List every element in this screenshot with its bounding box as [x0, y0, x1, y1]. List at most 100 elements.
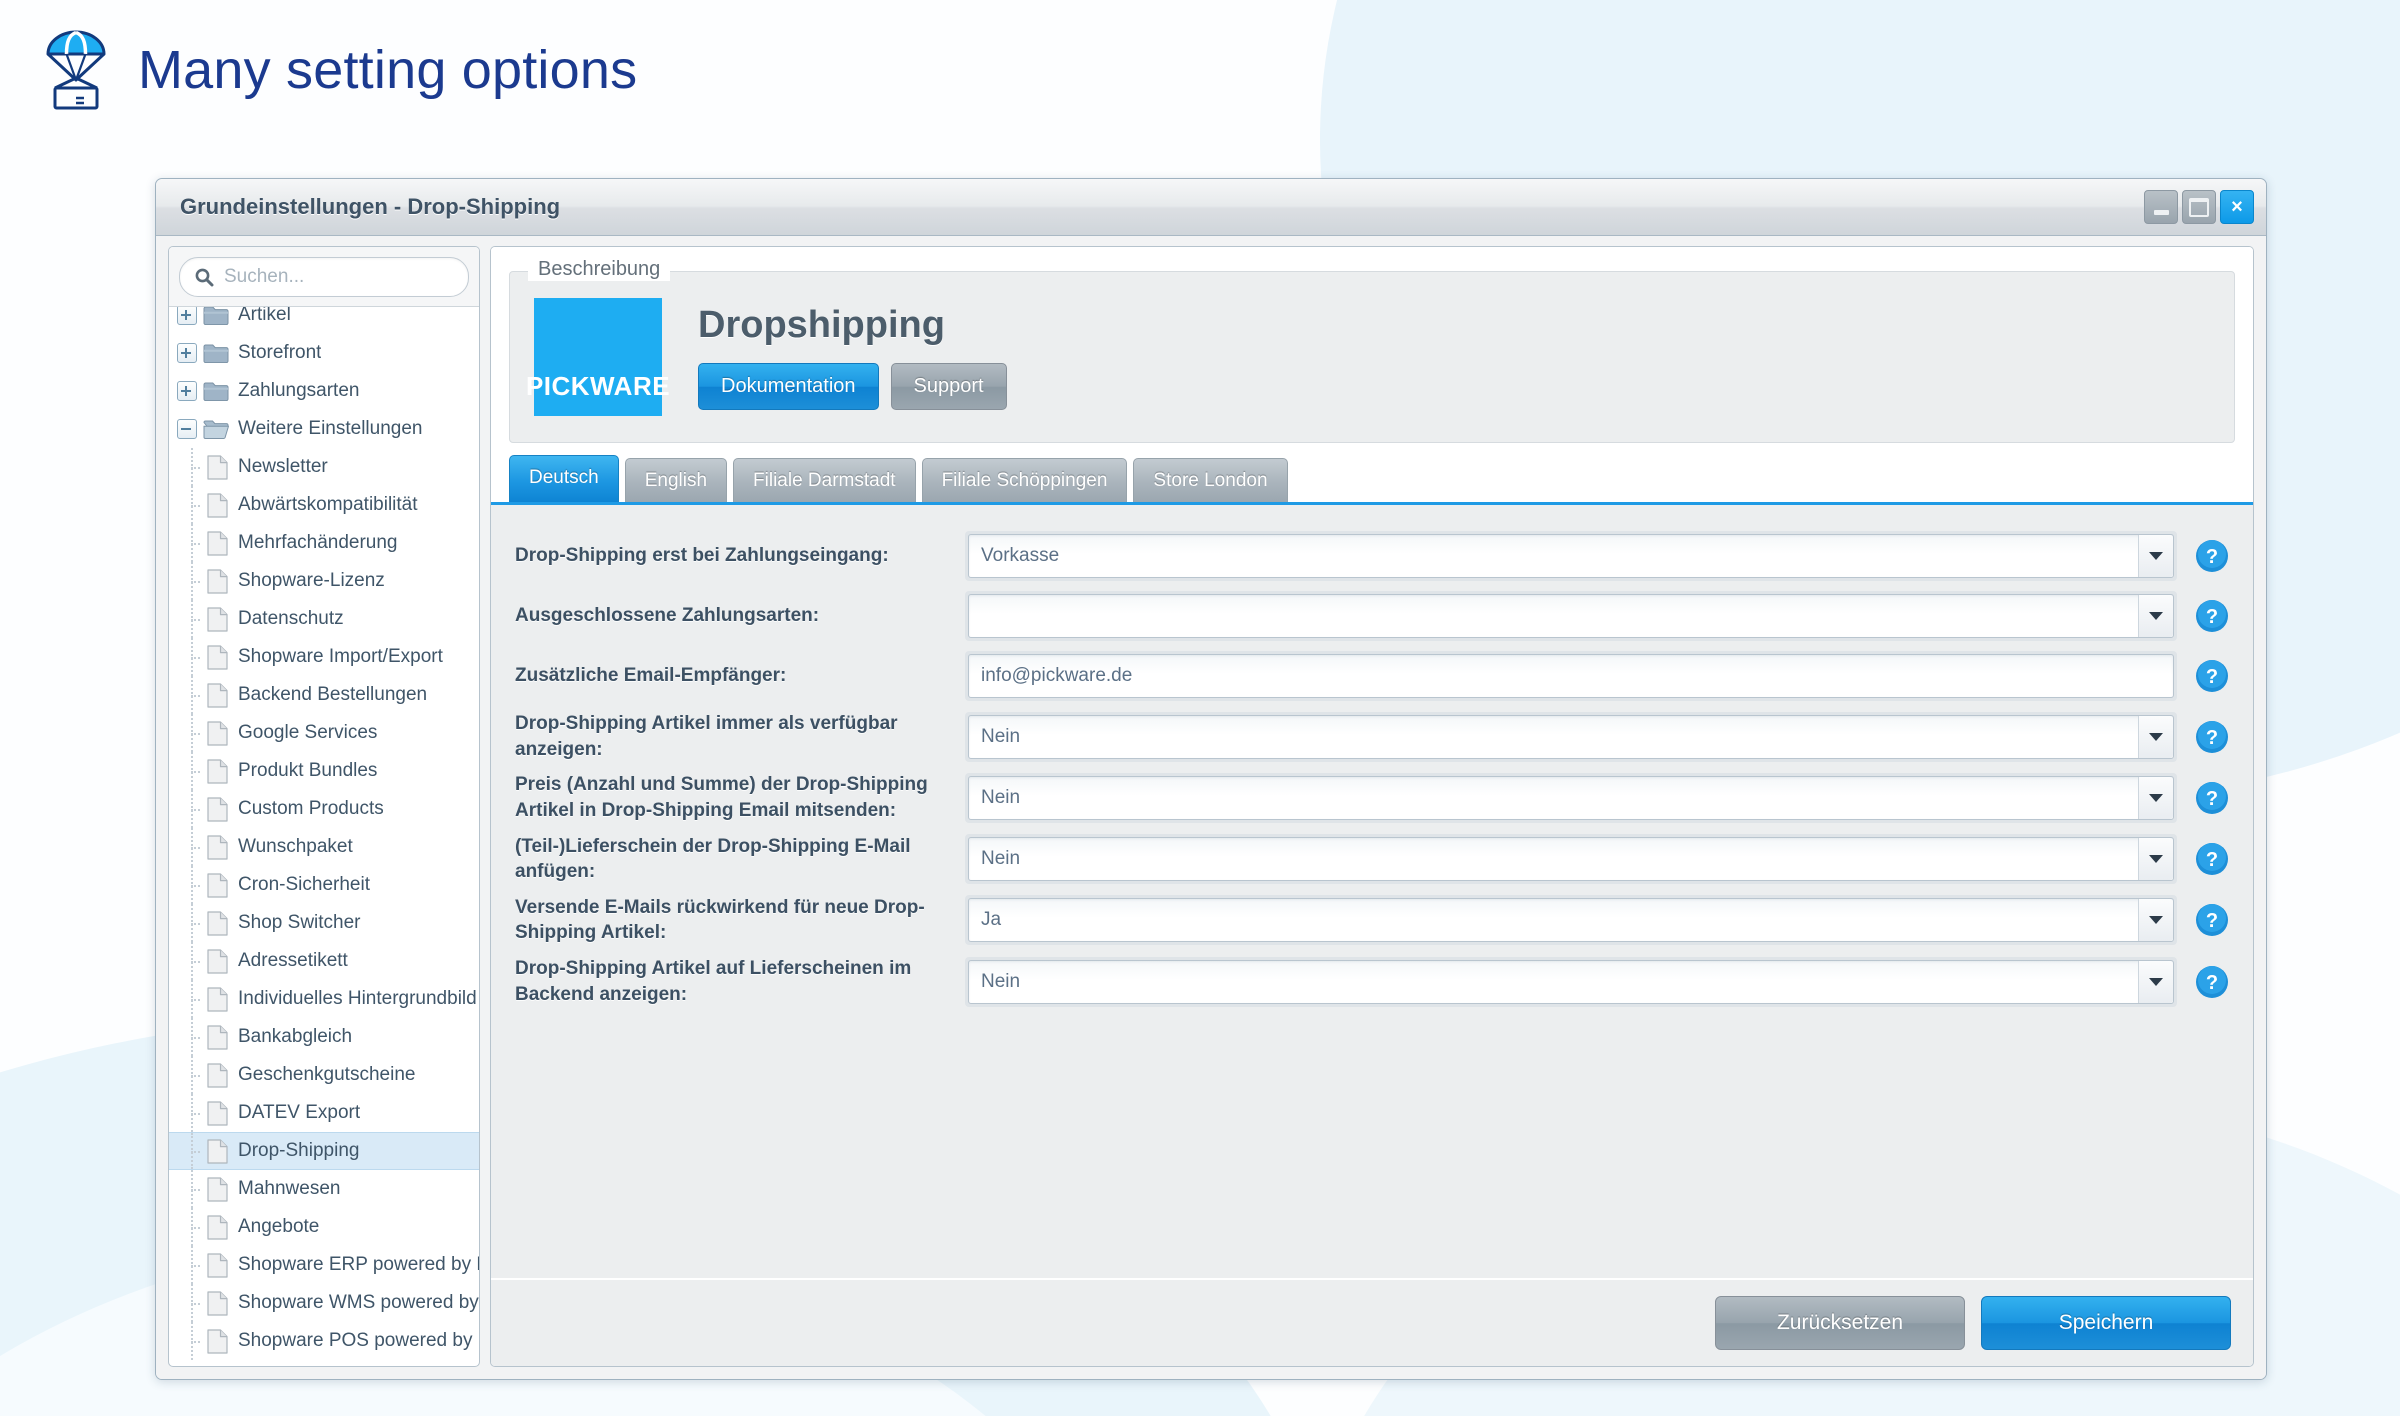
tab-filiale-darmstadt[interactable]: Filiale Darmstadt	[733, 458, 916, 502]
page-root: Many setting options Grundeinstellungen …	[0, 0, 2400, 1416]
expand-toggle-icon[interactable]	[177, 307, 197, 325]
dropdown-field[interactable]: Nein	[968, 775, 2174, 820]
reset-button[interactable]: Zurücksetzen	[1715, 1296, 1965, 1350]
tab-english[interactable]: English	[624, 458, 728, 502]
dropdown-field[interactable]: Nein	[968, 959, 2174, 1004]
expand-toggle-icon[interactable]	[177, 381, 197, 401]
tree-item-bankabgleich[interactable]: Bankabgleich	[169, 1018, 479, 1056]
field-value[interactable]: Nein	[969, 726, 2138, 748]
page-icon	[207, 644, 228, 670]
help-icon[interactable]: ?	[2195, 903, 2229, 937]
help-icon[interactable]: ?	[2195, 539, 2229, 573]
dropdown-field[interactable]: Nein	[968, 837, 2174, 882]
tab-deutsch[interactable]: Deutsch	[509, 455, 619, 502]
tree-item-individuelles-hintergrundbild-u[interactable]: Individuelles Hintergrundbild u	[169, 980, 479, 1018]
chevron-down-icon[interactable]	[2138, 899, 2173, 942]
help-icon[interactable]: ?	[2195, 965, 2229, 999]
tree-item-label: Individuelles Hintergrundbild u	[238, 988, 479, 1009]
svg-text:?: ?	[2206, 546, 2218, 568]
field-value[interactable]: Vorkasse	[969, 545, 2138, 567]
tree-item-artikel[interactable]: Artikel	[169, 307, 479, 334]
tree-item-datev-export[interactable]: DATEV Export	[169, 1094, 479, 1132]
tree-item-label: Shopware-Lizenz	[238, 570, 385, 591]
collapse-toggle-icon[interactable]	[177, 419, 197, 439]
page-icon	[207, 454, 228, 480]
language-tabs[interactable]: Deutsch English Filiale Darmstadt Filiale S…	[491, 451, 2253, 505]
text-field[interactable]: info@pickware.de	[968, 654, 2174, 698]
documentation-button[interactable]: Dokumentation	[698, 363, 879, 410]
tree-item-shop-switcher[interactable]: Shop Switcher	[169, 904, 479, 942]
field-value[interactable]: Nein	[969, 848, 2138, 870]
chevron-down-icon[interactable]	[2138, 838, 2173, 881]
dropdown-field[interactable]	[968, 594, 2174, 638]
help-icon[interactable]: ?	[2195, 599, 2229, 633]
tree-item-label: Geschenkgutscheine	[238, 1064, 416, 1085]
chevron-down-icon[interactable]	[2138, 535, 2173, 577]
tree-item-produkt-bundles[interactable]: Produkt Bundles	[169, 752, 479, 790]
field-value[interactable]: Ja	[969, 909, 2138, 931]
expand-toggle-icon[interactable]	[177, 343, 197, 363]
form-label: Drop-Shipping erst bei Zahlungseingang:	[515, 545, 889, 567]
field-container: Nein	[965, 772, 2177, 823]
dropdown-field[interactable]: Ja	[968, 898, 2174, 943]
svg-text:?: ?	[2206, 606, 2218, 628]
dropdown-field[interactable]: Nein	[968, 714, 2174, 759]
field-value[interactable]: Nein	[969, 787, 2138, 809]
support-button[interactable]: Support	[890, 363, 1007, 410]
tree-item-drop-shipping[interactable]: Drop-Shipping	[169, 1132, 479, 1170]
settings-form: Drop-Shipping erst bei Zahlungseingang: V…	[491, 505, 2253, 1278]
tree-item-label: Zahlungsarten	[238, 380, 360, 401]
tree-item-shopware-pos-powered-by-pi[interactable]: Shopware POS powered by Pi	[169, 1322, 479, 1360]
search-input[interactable]: Suchen...	[224, 266, 304, 288]
help-icon[interactable]: ?	[2195, 659, 2229, 693]
window-titlebar[interactable]: Grundeinstellungen - Drop-Shipping ×	[156, 179, 2266, 236]
tree-item-angebote[interactable]: Angebote	[169, 1208, 479, 1246]
tree-item-geschenkgutscheine[interactable]: Geschenkgutscheine	[169, 1056, 479, 1094]
tab-filiale-sch-ppingen[interactable]: Filiale Schöppingen	[921, 458, 1128, 502]
tree-item-mehrfach-nderung[interactable]: Mehrfachänderung	[169, 524, 479, 562]
search-box[interactable]: Suchen...	[179, 257, 469, 297]
field-value[interactable]: info@pickware.de	[969, 665, 2173, 687]
tree-item-newsletter[interactable]: Newsletter	[169, 448, 479, 486]
tree-item-mahnwesen[interactable]: Mahnwesen	[169, 1170, 479, 1208]
tree-item-zahlungsarten[interactable]: Zahlungsarten	[169, 372, 479, 410]
minimize-button[interactable]	[2144, 190, 2178, 224]
tree-item-google-services[interactable]: Google Services	[169, 714, 479, 752]
tree-item-weitere-einstellungen[interactable]: Weitere Einstellungen	[169, 410, 479, 448]
tree-item-custom-products[interactable]: Custom Products	[169, 790, 479, 828]
tree-item-adressetikett[interactable]: Adressetikett	[169, 942, 479, 980]
settings-tree[interactable]: Artikel Storefront Zahlungsarten Weitere Ei…	[169, 307, 479, 1366]
tree-item-label: Google Services	[238, 722, 378, 743]
tree-item-label: Adressetikett	[238, 950, 348, 971]
field-value[interactable]: Nein	[969, 971, 2138, 993]
tree-item-shopware-import-export[interactable]: Shopware Import/Export	[169, 638, 479, 676]
help-icon[interactable]: ?	[2195, 842, 2229, 876]
form-footer: Zurücksetzen Speichern	[491, 1278, 2253, 1366]
search-container: Suchen...	[169, 247, 479, 307]
chevron-down-icon[interactable]	[2138, 960, 2173, 1003]
help-icon[interactable]: ?	[2195, 720, 2229, 754]
tree-item-wunschpaket[interactable]: Wunschpaket	[169, 828, 479, 866]
close-button[interactable]: ×	[2220, 190, 2254, 224]
tree-indent-guide	[177, 904, 207, 942]
tree-item-shopware-wms-powered-by-p[interactable]: Shopware WMS powered by P	[169, 1284, 479, 1322]
help-icon[interactable]: ?	[2195, 781, 2229, 815]
tree-item-label: Bankabgleich	[238, 1026, 353, 1047]
save-button[interactable]: Speichern	[1981, 1296, 2231, 1350]
tree-item-cron-sicherheit[interactable]: Cron-Sicherheit	[169, 866, 479, 904]
dropdown-field[interactable]: Vorkasse	[968, 534, 2174, 578]
maximize-button[interactable]	[2182, 190, 2216, 224]
tree-item-abw-rtskompatibilit-t[interactable]: Abwärtskompatibilität	[169, 486, 479, 524]
tab-store-london[interactable]: Store London	[1133, 458, 1288, 502]
tree-item-storefront[interactable]: Storefront	[169, 334, 479, 372]
tree-item-backend-bestellungen[interactable]: Backend Bestellungen	[169, 676, 479, 714]
tree-item-datenschutz[interactable]: Datenschutz	[169, 600, 479, 638]
tree-item-shopware-lizenz[interactable]: Shopware-Lizenz	[169, 562, 479, 600]
tree-item-label: Shopware Import/Export	[238, 646, 443, 667]
chevron-down-icon[interactable]	[2138, 776, 2173, 819]
page-icon	[207, 796, 228, 822]
chevron-down-icon[interactable]	[2138, 595, 2173, 637]
folder-icon	[203, 307, 229, 326]
tree-item-shopware-erp-powered-by-pi[interactable]: Shopware ERP powered by Pi	[169, 1246, 479, 1284]
chevron-down-icon[interactable]	[2138, 715, 2173, 758]
